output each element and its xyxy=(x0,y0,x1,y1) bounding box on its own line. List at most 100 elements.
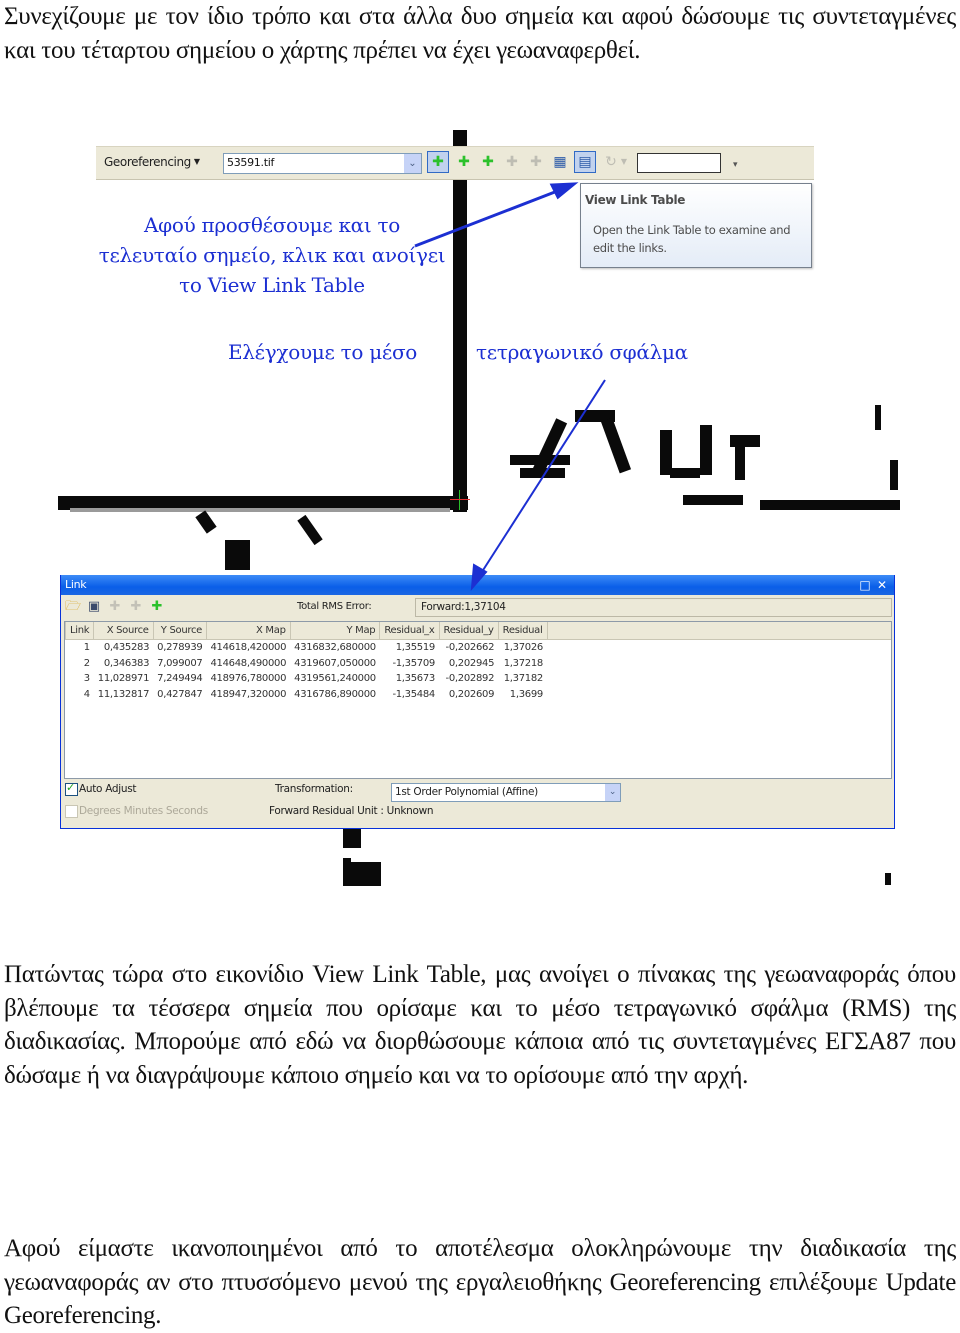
viewer-button[interactable]: ▦ xyxy=(549,151,571,173)
map-mark xyxy=(351,862,381,886)
dialog-title-bar[interactable]: Link □ ✕ xyxy=(61,575,894,595)
column-header-x-map[interactable]: X Map xyxy=(206,622,291,640)
tooltip-title: View Link Table xyxy=(585,193,686,207)
cell-y-source[interactable]: 7,249494 xyxy=(153,671,206,687)
transformation-select[interactable]: 1st Order Polynomial (Affine) ⌄ xyxy=(391,783,621,802)
add-control-points-icon[interactable]: ✚ xyxy=(148,598,166,616)
cell-x-source[interactable]: 0,346383 xyxy=(94,656,153,672)
link-table: Link X Source Y Source X Map Y Map Resid… xyxy=(64,621,892,779)
cell-link[interactable]: 2 xyxy=(66,656,94,672)
zoom-to-link-button[interactable]: ✚ xyxy=(501,151,523,173)
total-rms-value: Forward:1,37104 xyxy=(415,598,892,617)
map-mark xyxy=(343,828,361,848)
chevron-down-icon[interactable]: ⌄ xyxy=(605,784,620,801)
cell-y-map[interactable]: 4316786,890000 xyxy=(290,687,380,703)
delete-link-button[interactable]: ✚ xyxy=(525,151,547,173)
cell-residual-x: -1,35709 xyxy=(392,657,435,669)
view-link-table-tooltip: View Link Table Open the Link Table to e… xyxy=(580,183,812,268)
auto-adjust-label[interactable]: Auto Adjust xyxy=(79,783,137,795)
final-paragraph: Αφού είμαστε ικανοποιημένοι από το αποτέ… xyxy=(4,1235,956,1329)
column-header-x-source[interactable]: X Source xyxy=(93,622,154,640)
cell-x-map[interactable]: 418976,780000 xyxy=(207,671,291,687)
cell-link[interactable]: 1 xyxy=(66,640,94,656)
cell-link[interactable]: 4 xyxy=(66,687,94,703)
table-row[interactable]: 4 11,132817 0,427847 418947,320000 43167… xyxy=(65,687,891,703)
chevron-down-icon[interactable]: ⌄ xyxy=(404,154,421,173)
cell-x-source[interactable]: 11,132817 xyxy=(94,687,153,703)
rotate-dropdown[interactable]: ▼ xyxy=(618,151,630,173)
dms-checkbox[interactable] xyxy=(65,805,78,818)
cell-link[interactable]: 3 xyxy=(66,671,94,687)
column-header-residual[interactable]: Residual xyxy=(498,622,548,640)
viewer-icon: ▦ xyxy=(553,154,567,170)
dialog-toolbar: 🗁 ▣ ✚ ✚ ✚ Total RMS Error: Forward:1,371… xyxy=(61,595,894,619)
add-control-points-button[interactable]: ✚ xyxy=(427,151,449,173)
table-header-row: Link X Source Y Source X Map Y Map Resid… xyxy=(65,622,891,640)
delete-link-icon: ✚ xyxy=(530,154,542,170)
cell-x-source[interactable]: 11,028971 xyxy=(94,671,153,687)
cell-residual-y: 0,202609 xyxy=(448,688,495,700)
column-header-residual-x[interactable]: Residual_x xyxy=(379,622,440,640)
auto-adjust-checkbox[interactable] xyxy=(65,781,78,796)
maximize-icon[interactable]: □ xyxy=(858,578,872,592)
cell-y-source[interactable]: 0,278939 xyxy=(153,640,206,656)
residual-unit-text: Forward Residual Unit : Unknown xyxy=(269,805,434,817)
table-row[interactable]: 2 0,346383 7,099007 414648,490000 431960… xyxy=(65,656,891,672)
save-icon[interactable]: ▣ xyxy=(85,598,103,616)
intro-paragraph: Συνεχίζουμε με τον ίδιο τρόπο και στα άλ… xyxy=(4,3,956,64)
zoom-to-link-icon[interactable]: ✚ xyxy=(106,598,124,616)
open-folder-icon[interactable]: 🗁 xyxy=(64,598,82,616)
cell-x-map[interactable]: 414648,490000 xyxy=(207,656,291,672)
delete-link-icon[interactable]: ✚ xyxy=(127,598,145,616)
link-table-dialog: Link □ ✕ 🗁 ▣ ✚ ✚ ✚ Total RMS Error: Forw… xyxy=(60,575,895,829)
map-handwriting xyxy=(760,500,900,510)
select-link-button[interactable]: ✚ xyxy=(477,151,499,173)
zoom-to-link-icon: ✚ xyxy=(506,154,518,170)
map-handwriting xyxy=(735,440,745,480)
cell-y-source[interactable]: 7,099007 xyxy=(153,656,206,672)
georeferencing-menu-label: Georeferencing xyxy=(104,155,191,169)
annotation-check-rms-part2: τετραγωνικό σφάλμα xyxy=(476,340,688,364)
rotation-input[interactable] xyxy=(637,153,721,173)
map-handwriting xyxy=(683,495,743,505)
map-handwriting xyxy=(670,468,700,478)
column-header-residual-y[interactable]: Residual_y xyxy=(439,622,499,640)
map-vertical-line xyxy=(453,130,467,512)
cell-x-map[interactable]: 414618,420000 xyxy=(207,640,291,656)
chevron-down-icon: ▼ xyxy=(620,157,628,166)
table-row[interactable]: 1 0,435283 0,278939 414618,420000 431683… xyxy=(65,640,891,656)
column-header-filler xyxy=(547,622,891,640)
add-control-points-icon: ✚ xyxy=(432,154,444,170)
layer-select[interactable]: 53591.tif ⌄ xyxy=(223,153,422,174)
auto-registration-button[interactable]: ✚ xyxy=(453,151,475,173)
chevron-down-icon: ▼ xyxy=(193,157,200,166)
cell-residual-x: 1,35519 xyxy=(395,642,436,654)
cell-residual-y: 0,202945 xyxy=(448,657,495,669)
cell-y-map[interactable]: 4316832,680000 xyxy=(290,640,380,656)
map-mark xyxy=(343,858,351,886)
dialog-title: Link xyxy=(65,578,87,591)
cell-y-map[interactable]: 4319607,050000 xyxy=(290,656,380,672)
georeferencing-menu[interactable]: Georeferencing ▼ xyxy=(104,155,200,169)
description-paragraph: Πατώντας τώρα στο εικονίδιο View Link Ta… xyxy=(4,961,956,1089)
cell-residual-y: -0,202662 xyxy=(445,642,495,654)
cell-y-source[interactable]: 0,427847 xyxy=(153,687,206,703)
close-icon[interactable]: ✕ xyxy=(875,578,889,592)
column-header-link[interactable]: Link xyxy=(65,622,95,640)
total-rms-label: Total RMS Error: xyxy=(297,601,372,612)
cell-x-map[interactable]: 418947,320000 xyxy=(207,687,291,703)
annotation-open-link-table: Αφού προσθέσουμε και το τελευταίο σημείο… xyxy=(98,213,446,297)
map-handwriting xyxy=(510,455,570,465)
cell-x-source[interactable]: 0,435283 xyxy=(94,640,153,656)
cell-y-map[interactable]: 4319561,240000 xyxy=(290,671,380,687)
column-header-y-map[interactable]: Y Map xyxy=(290,622,381,640)
toolbar-options-icon[interactable]: ▾ xyxy=(733,160,738,170)
map-hatch xyxy=(225,540,250,570)
view-link-table-button[interactable]: ▤ xyxy=(574,151,596,173)
select-link-icon: ✚ xyxy=(482,154,494,170)
link-table-icon: ▤ xyxy=(578,154,592,170)
table-row[interactable]: 3 11,028971 7,249494 418976,780000 43195… xyxy=(65,671,891,687)
cell-residual-x: 1,35673 xyxy=(395,673,436,685)
cell-filler xyxy=(547,671,891,687)
column-header-y-source[interactable]: Y Source xyxy=(153,622,208,640)
